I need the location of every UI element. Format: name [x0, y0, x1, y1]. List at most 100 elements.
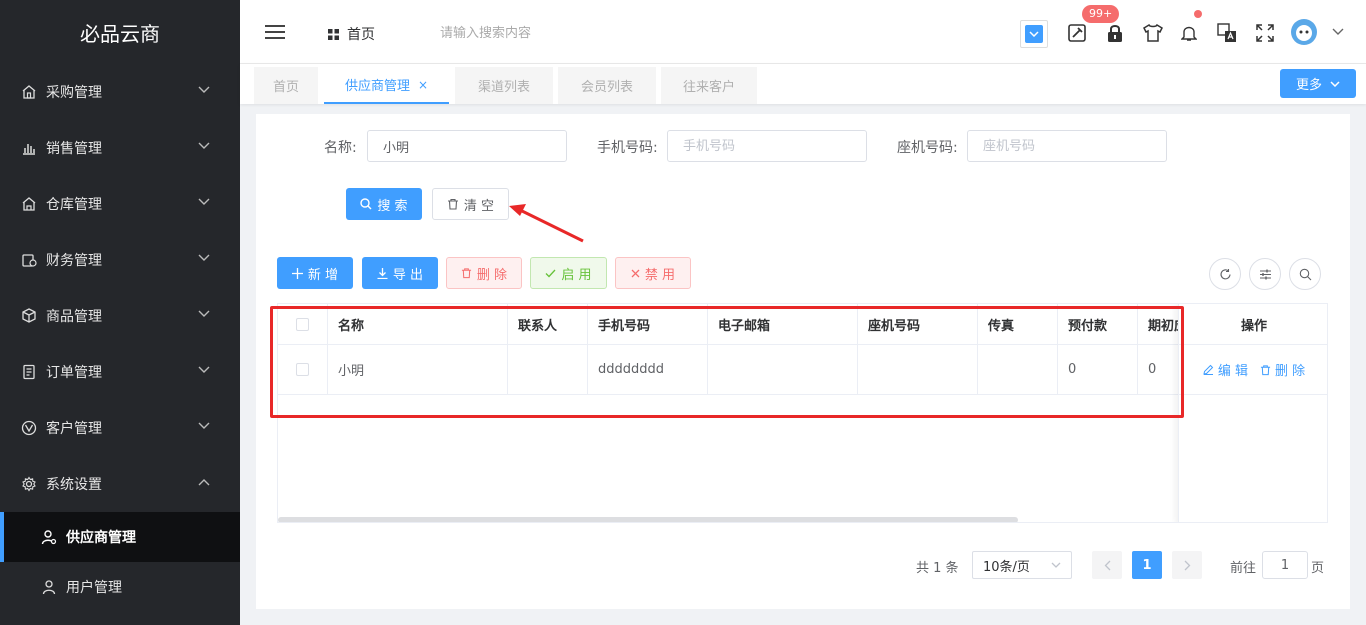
sidebar-item-label: 采购管理 — [46, 85, 102, 101]
sidebar: 必品云商 采购管理 销售管理 仓库管理 财务管理 商品管理 订单管理 客户管理 … — [0, 0, 240, 625]
chevron-down-icon — [198, 422, 210, 429]
trash-icon — [1260, 364, 1271, 375]
check-icon — [545, 269, 556, 277]
breadcrumb[interactable]: 首页 — [328, 24, 375, 44]
tab-clients[interactable]: 往来客户 — [661, 67, 757, 104]
tab-label: 供应商管理 — [344, 79, 410, 94]
edit-link[interactable]: 编 辑 — [1203, 360, 1248, 379]
delete-button[interactable]: 删 除 — [446, 257, 522, 289]
vue-icon — [20, 419, 38, 437]
lock-icon[interactable] — [1104, 22, 1126, 44]
goto-page-input[interactable] — [1262, 551, 1308, 579]
phone-label: 座机号码: — [897, 140, 958, 156]
sidebar-item-orders[interactable]: 订单管理 — [0, 344, 240, 400]
refresh-icon — [1219, 268, 1231, 279]
trash-icon — [447, 198, 458, 210]
fullscreen-icon[interactable] — [1254, 22, 1276, 44]
sidebar-item-finance[interactable]: 财务管理 — [0, 232, 240, 288]
money-icon — [20, 251, 38, 269]
notification-dot — [1194, 10, 1202, 18]
mobile-input[interactable] — [667, 130, 867, 162]
tab-members[interactable]: 会员列表 — [558, 67, 656, 104]
sidebar-item-settings[interactable]: 系统设置 — [0, 456, 240, 512]
add-button-label: 新 增 — [307, 267, 339, 283]
remove-link[interactable]: 删 除 — [1260, 360, 1305, 379]
disable-button[interactable]: 禁 用 — [615, 257, 691, 289]
add-button[interactable]: 新 增 — [277, 257, 353, 289]
sidebar-item-sales[interactable]: 销售管理 — [0, 120, 240, 176]
page-size-select[interactable]: 10条/页 — [972, 551, 1072, 579]
document-icon — [20, 363, 38, 381]
tshirt-icon[interactable] — [1142, 22, 1164, 44]
tab-label: 会员列表 — [580, 80, 633, 95]
page-button-active[interactable]: 1 — [1132, 551, 1162, 579]
sidebar-subitem-supplier[interactable]: 供应商管理 — [0, 512, 240, 562]
edit-icon — [1203, 364, 1214, 375]
tab-label: 首页 — [272, 80, 299, 95]
sidebar-item-label: 订单管理 — [46, 365, 102, 381]
tools-icon[interactable] — [1066, 22, 1088, 44]
search-toggle-button[interactable] — [1289, 258, 1321, 290]
columns-button[interactable] — [1249, 258, 1281, 290]
user-settings-icon — [40, 528, 58, 546]
search-icon — [360, 198, 372, 210]
sidebar-item-label: 仓库管理 — [46, 197, 102, 213]
action-header: 操作 — [1179, 304, 1327, 345]
clear-button-label: 清 空 — [463, 198, 495, 214]
sidebar-item-label: 客户管理 — [46, 421, 102, 437]
annotation-highlight-box — [270, 306, 1184, 418]
enable-button[interactable]: 启 用 — [530, 257, 607, 289]
pagination-total: 共 1 条 — [916, 561, 959, 576]
sidebar-item-customers[interactable]: 客户管理 — [0, 400, 240, 456]
more-label: 更多 — [1295, 78, 1322, 93]
translate-icon[interactable] — [1216, 22, 1238, 44]
tab-label: 往来客户 — [682, 80, 735, 95]
delete-button-label: 删 除 — [476, 267, 508, 283]
sliders-icon — [1259, 269, 1271, 279]
tab-supplier[interactable]: 供应商管理 × — [324, 67, 449, 104]
select-toggle[interactable] — [1020, 20, 1048, 48]
chevron-down-icon[interactable] — [1332, 28, 1344, 36]
chevron-down-icon — [198, 86, 210, 93]
bell-icon[interactable] — [1178, 22, 1200, 44]
chevron-down-icon — [198, 198, 210, 205]
sidebar-item-purchase[interactable]: 采购管理 — [0, 64, 240, 120]
next-page-button[interactable] — [1172, 551, 1202, 579]
search-button[interactable]: 搜 索 — [346, 188, 422, 220]
name-input[interactable] — [367, 130, 567, 162]
page-suffix: 页 — [1311, 561, 1325, 576]
refresh-button[interactable] — [1209, 258, 1241, 290]
disable-button-label: 禁 用 — [644, 267, 676, 283]
grid-icon — [328, 28, 339, 40]
search-icon — [1299, 268, 1311, 280]
sidebar-item-goods[interactable]: 商品管理 — [0, 288, 240, 344]
hamburger-menu-icon[interactable] — [265, 24, 285, 40]
sidebar-item-label: 系统设置 — [46, 477, 102, 493]
app-logo: 必品云商 — [80, 21, 160, 46]
tab-home[interactable]: 首页 — [254, 67, 318, 104]
action-column: 操作 编 辑 删 除 — [1178, 304, 1327, 522]
more-tabs-button[interactable]: 更多 — [1280, 69, 1356, 98]
sidebar-subitem-label: 用户管理 — [66, 580, 122, 596]
action-cell: 编 辑 删 除 — [1179, 345, 1327, 395]
chevron-down-icon — [198, 142, 210, 149]
gear-icon — [20, 475, 38, 493]
edit-label: 编 辑 — [1217, 364, 1248, 379]
sidebar-subitem-users[interactable]: 用户管理 — [0, 562, 240, 612]
sidebar-item-label: 商品管理 — [46, 309, 102, 325]
clear-button[interactable]: 清 空 — [432, 188, 509, 220]
prev-page-button[interactable] — [1092, 551, 1122, 579]
avatar[interactable] — [1290, 18, 1318, 46]
phone-input[interactable] — [967, 130, 1167, 162]
horizontal-scrollbar[interactable] — [278, 517, 1018, 522]
plus-icon — [291, 267, 303, 279]
close-icon[interactable]: × — [418, 78, 428, 92]
header-search-input[interactable] — [440, 22, 640, 44]
chevron-right-icon — [1184, 560, 1190, 570]
sidebar-item-label: 财务管理 — [46, 253, 102, 269]
top-header: 首页 99+ — [240, 0, 1366, 64]
chevron-left-icon — [1104, 560, 1110, 570]
export-button[interactable]: 导 出 — [362, 257, 438, 289]
sidebar-item-warehouse[interactable]: 仓库管理 — [0, 176, 240, 232]
tab-channel[interactable]: 渠道列表 — [455, 67, 553, 104]
